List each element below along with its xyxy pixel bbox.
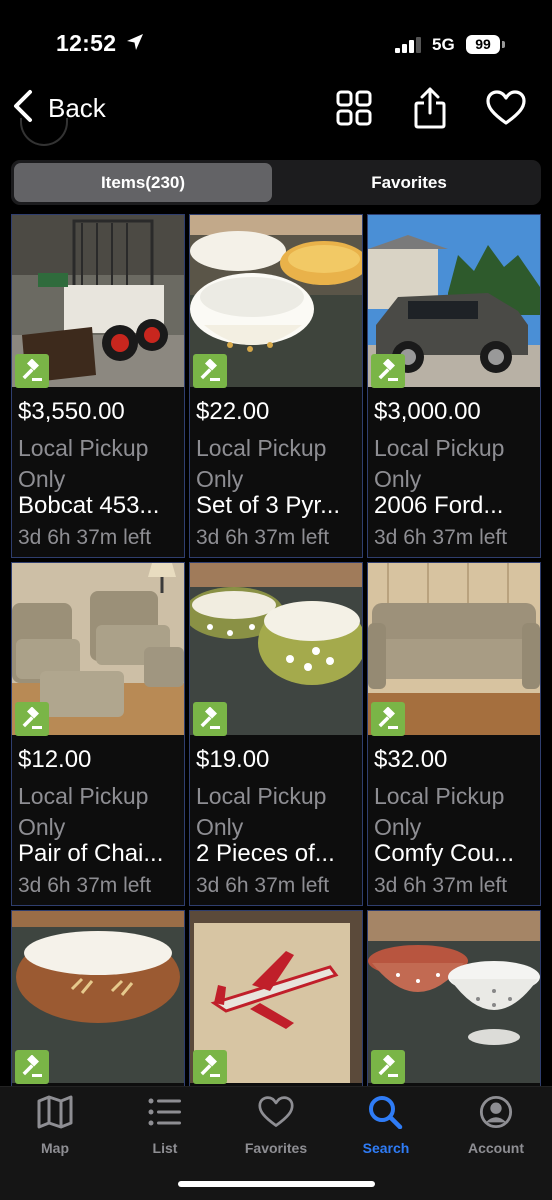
auction-gavel-icon <box>371 702 405 736</box>
item-title: Pair of Chai... <box>18 840 164 867</box>
location-arrow-icon <box>126 33 144 56</box>
favorite-heart-icon[interactable] <box>484 86 528 130</box>
navigation-bar: Back <box>0 80 552 138</box>
item-card[interactable]: $12.00 Local Pickup Only Pair of Chai...… <box>11 562 185 906</box>
tab-search[interactable]: Search <box>331 1095 441 1165</box>
item-title: Set of 3 Pyr... <box>196 492 341 519</box>
item-price: $12.00 <box>18 746 92 773</box>
item-pickup-note: Local Pickup Only <box>18 435 149 492</box>
cellular-signal-icon <box>395 37 425 58</box>
item-card[interactable]: $3,000.00 Local Pickup Only 2006 Ford...… <box>367 214 541 558</box>
tab-account[interactable]: Account <box>441 1095 551 1165</box>
tab-list[interactable]: List <box>110 1095 220 1165</box>
item-pickup-note: Local Pickup Only <box>18 783 149 840</box>
heart-icon <box>258 1095 294 1134</box>
item-card[interactable]: $19.00 Local Pickup Only 2 Pieces of... … <box>189 562 363 906</box>
item-time-left: 3d 6h 37m left <box>196 874 330 897</box>
share-icon[interactable] <box>408 86 452 130</box>
grid-view-icon[interactable] <box>332 86 376 130</box>
partial-avatar-peek <box>20 118 68 146</box>
item-price: $19.00 <box>196 746 270 773</box>
item-card[interactable]: $3,550.00 Local Pickup Only Bobcat 453..… <box>11 214 185 558</box>
tab-label: Account <box>468 1140 524 1156</box>
map-icon <box>37 1095 73 1134</box>
tab-label: List <box>152 1140 178 1156</box>
items-favorites-segmented-control: Items(230) Favorites <box>11 160 541 205</box>
auction-gavel-icon <box>193 354 227 388</box>
item-title: Bobcat 453... <box>18 492 160 519</box>
item-price: $22.00 <box>196 398 270 425</box>
account-icon <box>478 1095 514 1134</box>
segment-favorites[interactable]: Favorites <box>280 163 538 202</box>
list-icon <box>147 1095 183 1134</box>
auction-gavel-icon <box>15 354 49 388</box>
auction-gavel-icon <box>15 1050 49 1084</box>
item-title: Comfy Cou... <box>374 840 515 867</box>
tab-map[interactable]: Map <box>0 1095 110 1165</box>
tab-label: Favorites <box>244 1140 308 1156</box>
auction-gavel-icon <box>371 354 405 388</box>
item-time-left: 3d 6h 37m left <box>374 526 508 549</box>
item-title: 2006 Ford... <box>374 492 504 519</box>
tab-favorites[interactable]: Favorites <box>221 1095 331 1165</box>
auction-gavel-icon <box>15 702 49 736</box>
tab-label: Search <box>362 1140 410 1156</box>
item-time-left: 3d 6h 37m left <box>18 526 152 549</box>
item-title: 2 Pieces of... <box>196 840 335 867</box>
network-type: 5G <box>432 35 455 54</box>
item-time-left: 3d 6h 37m left <box>18 874 152 897</box>
item-price: $3,550.00 <box>18 398 125 425</box>
item-card[interactable]: $32.00 Local Pickup Only Comfy Cou... 3d… <box>367 562 541 906</box>
home-indicator[interactable] <box>178 1181 375 1187</box>
auction-gavel-icon <box>193 1050 227 1084</box>
tab-label: Map <box>41 1140 69 1156</box>
auction-gavel-icon <box>371 1050 405 1084</box>
battery-icon: 99 <box>466 35 500 54</box>
item-time-left: 3d 6h 37m left <box>196 526 330 549</box>
item-pickup-note: Local Pickup Only <box>196 435 327 492</box>
item-price: $3,000.00 <box>374 398 481 425</box>
search-icon <box>368 1095 404 1134</box>
item-time-left: 3d 6h 37m left <box>374 874 508 897</box>
item-price: $32.00 <box>374 746 448 773</box>
auction-gavel-icon <box>193 702 227 736</box>
item-pickup-note: Local Pickup Only <box>196 783 327 840</box>
status-time: 12:52 <box>56 30 117 56</box>
item-card[interactable]: $22.00 Local Pickup Only Set of 3 Pyr...… <box>189 214 363 558</box>
battery-tip <box>502 41 505 48</box>
item-pickup-note: Local Pickup Only <box>374 435 505 492</box>
item-pickup-note: Local Pickup Only <box>374 783 505 840</box>
segment-items[interactable]: Items(230) <box>14 163 272 202</box>
status-bar: 12:52 5G 99 <box>0 0 552 80</box>
